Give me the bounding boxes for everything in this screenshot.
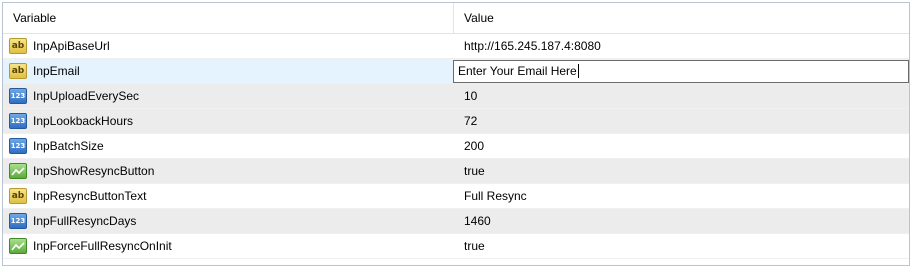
value-text: 72: [464, 114, 478, 128]
variable-name: InpLookbackHours: [33, 114, 134, 128]
column-header-value[interactable]: Value: [454, 3, 909, 33]
bool-chart-icon: [9, 238, 27, 254]
variable-name: InpShowResyncButton: [33, 164, 155, 178]
variable-name: InpForceFullResyncOnInit: [33, 239, 172, 253]
number-type-icon: 123: [9, 113, 27, 129]
variable-cell: 123 InpFullResyncDays: [3, 209, 454, 233]
variable-cell: ab InpEmail: [3, 59, 449, 83]
variable-cell: InpShowResyncButton: [3, 159, 454, 183]
text-caret: [577, 64, 579, 78]
table-row[interactable]: 123 InpUploadEverySec 10: [3, 84, 909, 109]
string-type-icon: ab: [9, 188, 27, 204]
value-text: 10: [464, 89, 478, 103]
bool-chart-icon: [9, 163, 27, 179]
variable-name: InpEmail: [33, 64, 80, 78]
table-row[interactable]: InpForceFullResyncOnInit true: [3, 234, 909, 259]
number-type-icon: 123: [9, 88, 27, 104]
table-header: Variable Value: [3, 3, 909, 34]
variable-cell: 123 InpBatchSize: [3, 134, 454, 158]
table-row[interactable]: ab InpApiBaseUrl http://165.245.187.4:80…: [3, 34, 909, 59]
value-text: 1460: [464, 214, 491, 228]
value-cell[interactable]: Full Resync: [454, 184, 909, 208]
variable-cell: InpForceFullResyncOnInit: [3, 234, 454, 258]
column-header-variable[interactable]: Variable: [3, 3, 454, 33]
variable-name: InpApiBaseUrl: [33, 39, 110, 53]
value-text: 200: [464, 139, 485, 153]
value-cell[interactable]: true: [454, 234, 909, 258]
number-type-icon: 123: [9, 138, 27, 154]
value-edit-text: Enter Your Email Here: [458, 64, 577, 78]
table-row-selected[interactable]: ab InpEmail Enter Your Email Here: [3, 59, 909, 84]
table-row[interactable]: 123 InpBatchSize 200: [3, 134, 909, 159]
value-cell[interactable]: 1460: [454, 209, 909, 233]
table-row[interactable]: 123 InpFullResyncDays 1460: [3, 209, 909, 234]
value-cell[interactable]: true: [454, 159, 909, 183]
value-cell[interactable]: 10: [454, 84, 909, 108]
table-row[interactable]: InpShowResyncButton true: [3, 159, 909, 184]
inputs-table: Variable Value ab InpApiBaseUrl http://1…: [2, 2, 910, 266]
table-row[interactable]: ab InpResyncButtonText Full Resync: [3, 184, 909, 209]
variable-name: InpBatchSize: [33, 139, 104, 153]
variable-cell: ab InpApiBaseUrl: [3, 34, 454, 58]
variable-cell: 123 InpUploadEverySec: [3, 84, 454, 108]
variable-name: InpFullResyncDays: [33, 214, 137, 228]
table-row[interactable]: 123 InpLookbackHours 72: [3, 109, 909, 134]
value-cell[interactable]: 72: [454, 109, 909, 133]
number-type-icon: 123: [9, 213, 27, 229]
variable-name: InpResyncButtonText: [33, 189, 147, 203]
variable-cell: ab InpResyncButtonText: [3, 184, 454, 208]
value-text: true: [464, 239, 485, 253]
variable-cell: 123 InpLookbackHours: [3, 109, 454, 133]
value-cell[interactable]: 200: [454, 134, 909, 158]
value-text: true: [464, 164, 485, 178]
value-text: http://165.245.187.4:8080: [464, 39, 601, 53]
value-cell[interactable]: http://165.245.187.4:8080: [454, 34, 909, 58]
string-type-icon: ab: [9, 63, 27, 79]
value-edit-field[interactable]: Enter Your Email Here: [453, 59, 909, 83]
string-type-icon: ab: [9, 38, 27, 54]
value-cell[interactable]: Enter Your Email Here: [449, 59, 909, 83]
variable-name: InpUploadEverySec: [33, 89, 140, 103]
value-text: Full Resync: [464, 189, 527, 203]
